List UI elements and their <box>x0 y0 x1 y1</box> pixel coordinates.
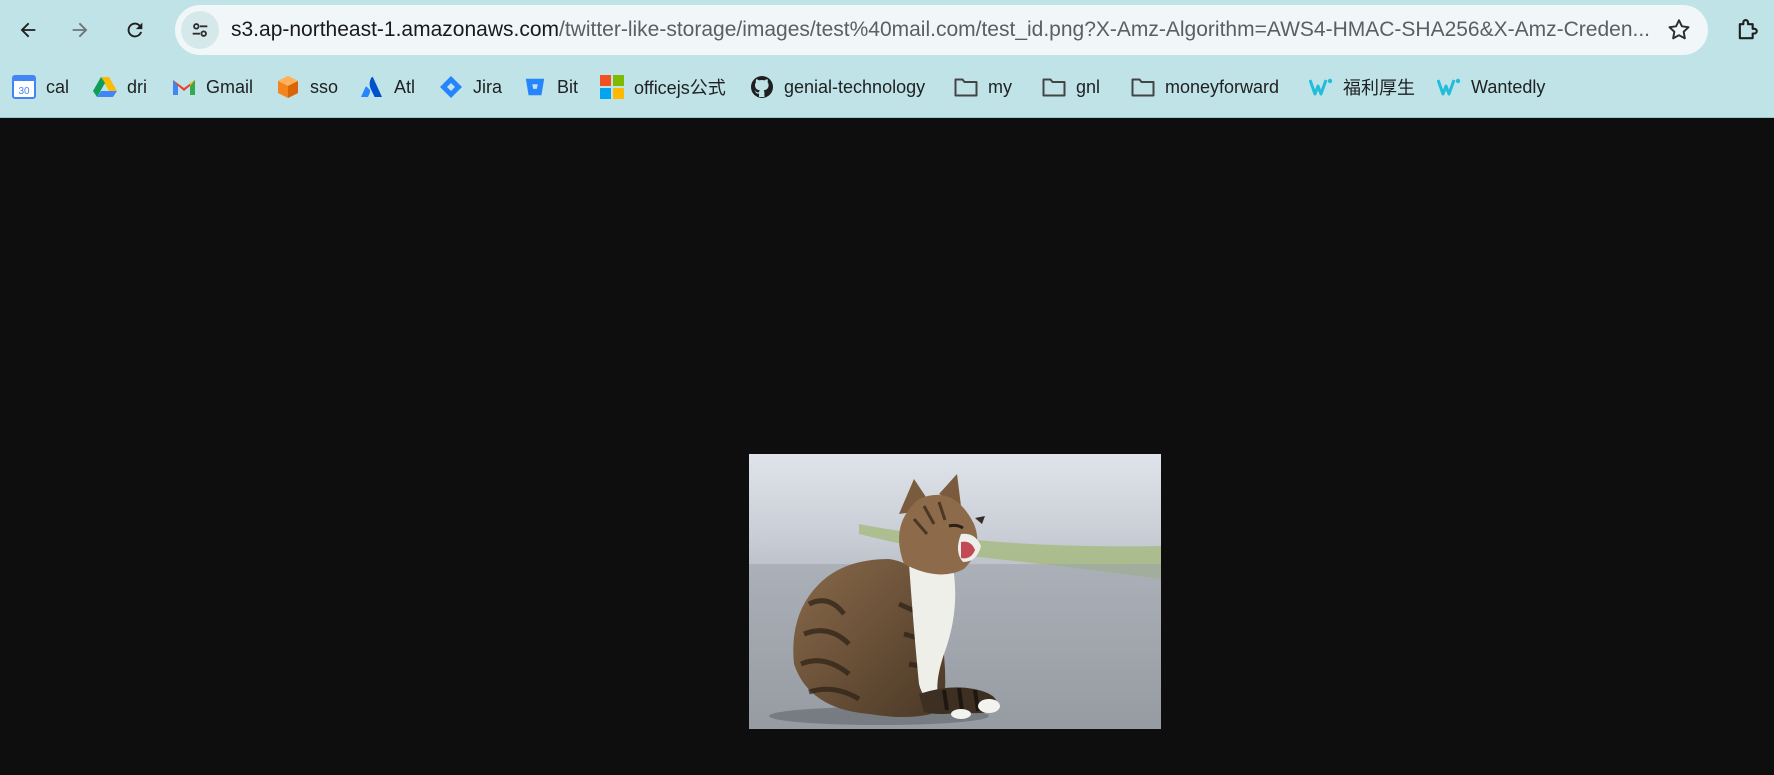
star-outline-icon <box>1668 19 1690 40</box>
orange-cube-icon <box>276 75 300 99</box>
bookmark-gmail[interactable]: Gmail <box>172 72 253 102</box>
bookmark-label: Wantedly <box>1471 76 1546 97</box>
folder-icon <box>1131 75 1155 99</box>
bookmark-atl[interactable]: Atl <box>360 72 415 102</box>
bookmark-dri[interactable]: dri <box>93 72 147 102</box>
bookmark-label: genial-technology <box>784 76 926 97</box>
cat-photo <box>749 454 1161 729</box>
url-host: s3.ap-northeast-1.amazonaws.com <box>231 18 559 41</box>
bookmark-label: dri <box>127 76 148 97</box>
gmail-icon <box>172 75 196 99</box>
bookmark-label: Atl <box>394 76 416 97</box>
folder-icon <box>1042 75 1066 99</box>
bookmark-star-button[interactable] <box>1664 15 1694 45</box>
url-text[interactable]: s3.ap-northeast-1.amazonaws.com/twitter-… <box>231 5 1651 55</box>
bookmark-label: gnl <box>1076 76 1101 97</box>
bookmark-label: moneyforward <box>1165 76 1280 97</box>
google-drive-icon <box>93 75 117 99</box>
bookmark-cal[interactable]: 30 cal <box>12 72 69 102</box>
reload-icon <box>127 22 143 38</box>
jira-icon <box>439 75 463 99</box>
microsoft-icon <box>600 75 624 99</box>
arrow-right-icon <box>72 22 88 38</box>
bookmark-fukuri-kosei[interactable]: 福利厚生 <box>1309 72 1415 102</box>
bookmark-bit[interactable]: Bit <box>523 72 578 102</box>
bookmarks-bar: 30 cal dri Gmail sso Atl Jira Bit office… <box>0 66 1774 108</box>
svg-text:30: 30 <box>18 86 30 97</box>
wantedly-icon <box>1309 75 1333 99</box>
back-button[interactable] <box>10 12 46 48</box>
tune-icon <box>192 23 208 37</box>
address-bar[interactable]: s3.ap-northeast-1.amazonaws.com/twitter-… <box>175 5 1708 55</box>
bitbucket-icon <box>523 75 547 99</box>
arrow-left-icon <box>20 22 36 38</box>
bookmark-folder-my[interactable]: my <box>954 72 1012 102</box>
google-calendar-icon: 30 <box>12 75 36 99</box>
wantedly-icon <box>1437 75 1461 99</box>
bookmark-wantedly[interactable]: Wantedly <box>1437 72 1545 102</box>
bookmark-genial-technology[interactable]: genial-technology <box>750 72 925 102</box>
site-info-button[interactable] <box>181 11 219 49</box>
bookmark-label: Bit <box>557 76 579 97</box>
github-icon <box>750 75 774 99</box>
bookmark-folder-gnl[interactable]: gnl <box>1042 72 1100 102</box>
folder-icon <box>954 75 978 99</box>
bookmark-officejs[interactable]: officejs公式 <box>600 72 726 102</box>
bookmark-label: 福利厚生 <box>1343 78 1415 98</box>
bookmark-label: cal <box>46 76 70 97</box>
forward-button[interactable] <box>62 12 98 48</box>
bookmark-sso[interactable]: sso <box>276 72 338 102</box>
reload-button[interactable] <box>117 12 153 48</box>
extensions-button[interactable] <box>1730 12 1766 48</box>
bookmark-folder-moneyforward[interactable]: moneyforward <box>1131 72 1279 102</box>
browser-toolbar: s3.ap-northeast-1.amazonaws.com/twitter-… <box>0 0 1774 118</box>
bookmark-label: officejs公式 <box>634 78 726 98</box>
displayed-image[interactable] <box>749 454 1161 729</box>
bookmark-label: my <box>988 76 1012 97</box>
bookmark-label: Gmail <box>206 76 254 97</box>
bookmark-label: sso <box>310 76 339 97</box>
bookmark-label: Jira <box>473 76 503 97</box>
atlassian-icon <box>360 75 384 99</box>
url-path: /twitter-like-storage/images/test%40mail… <box>559 18 1650 41</box>
puzzle-icon <box>1738 19 1758 40</box>
bookmark-jira[interactable]: Jira <box>439 72 502 102</box>
